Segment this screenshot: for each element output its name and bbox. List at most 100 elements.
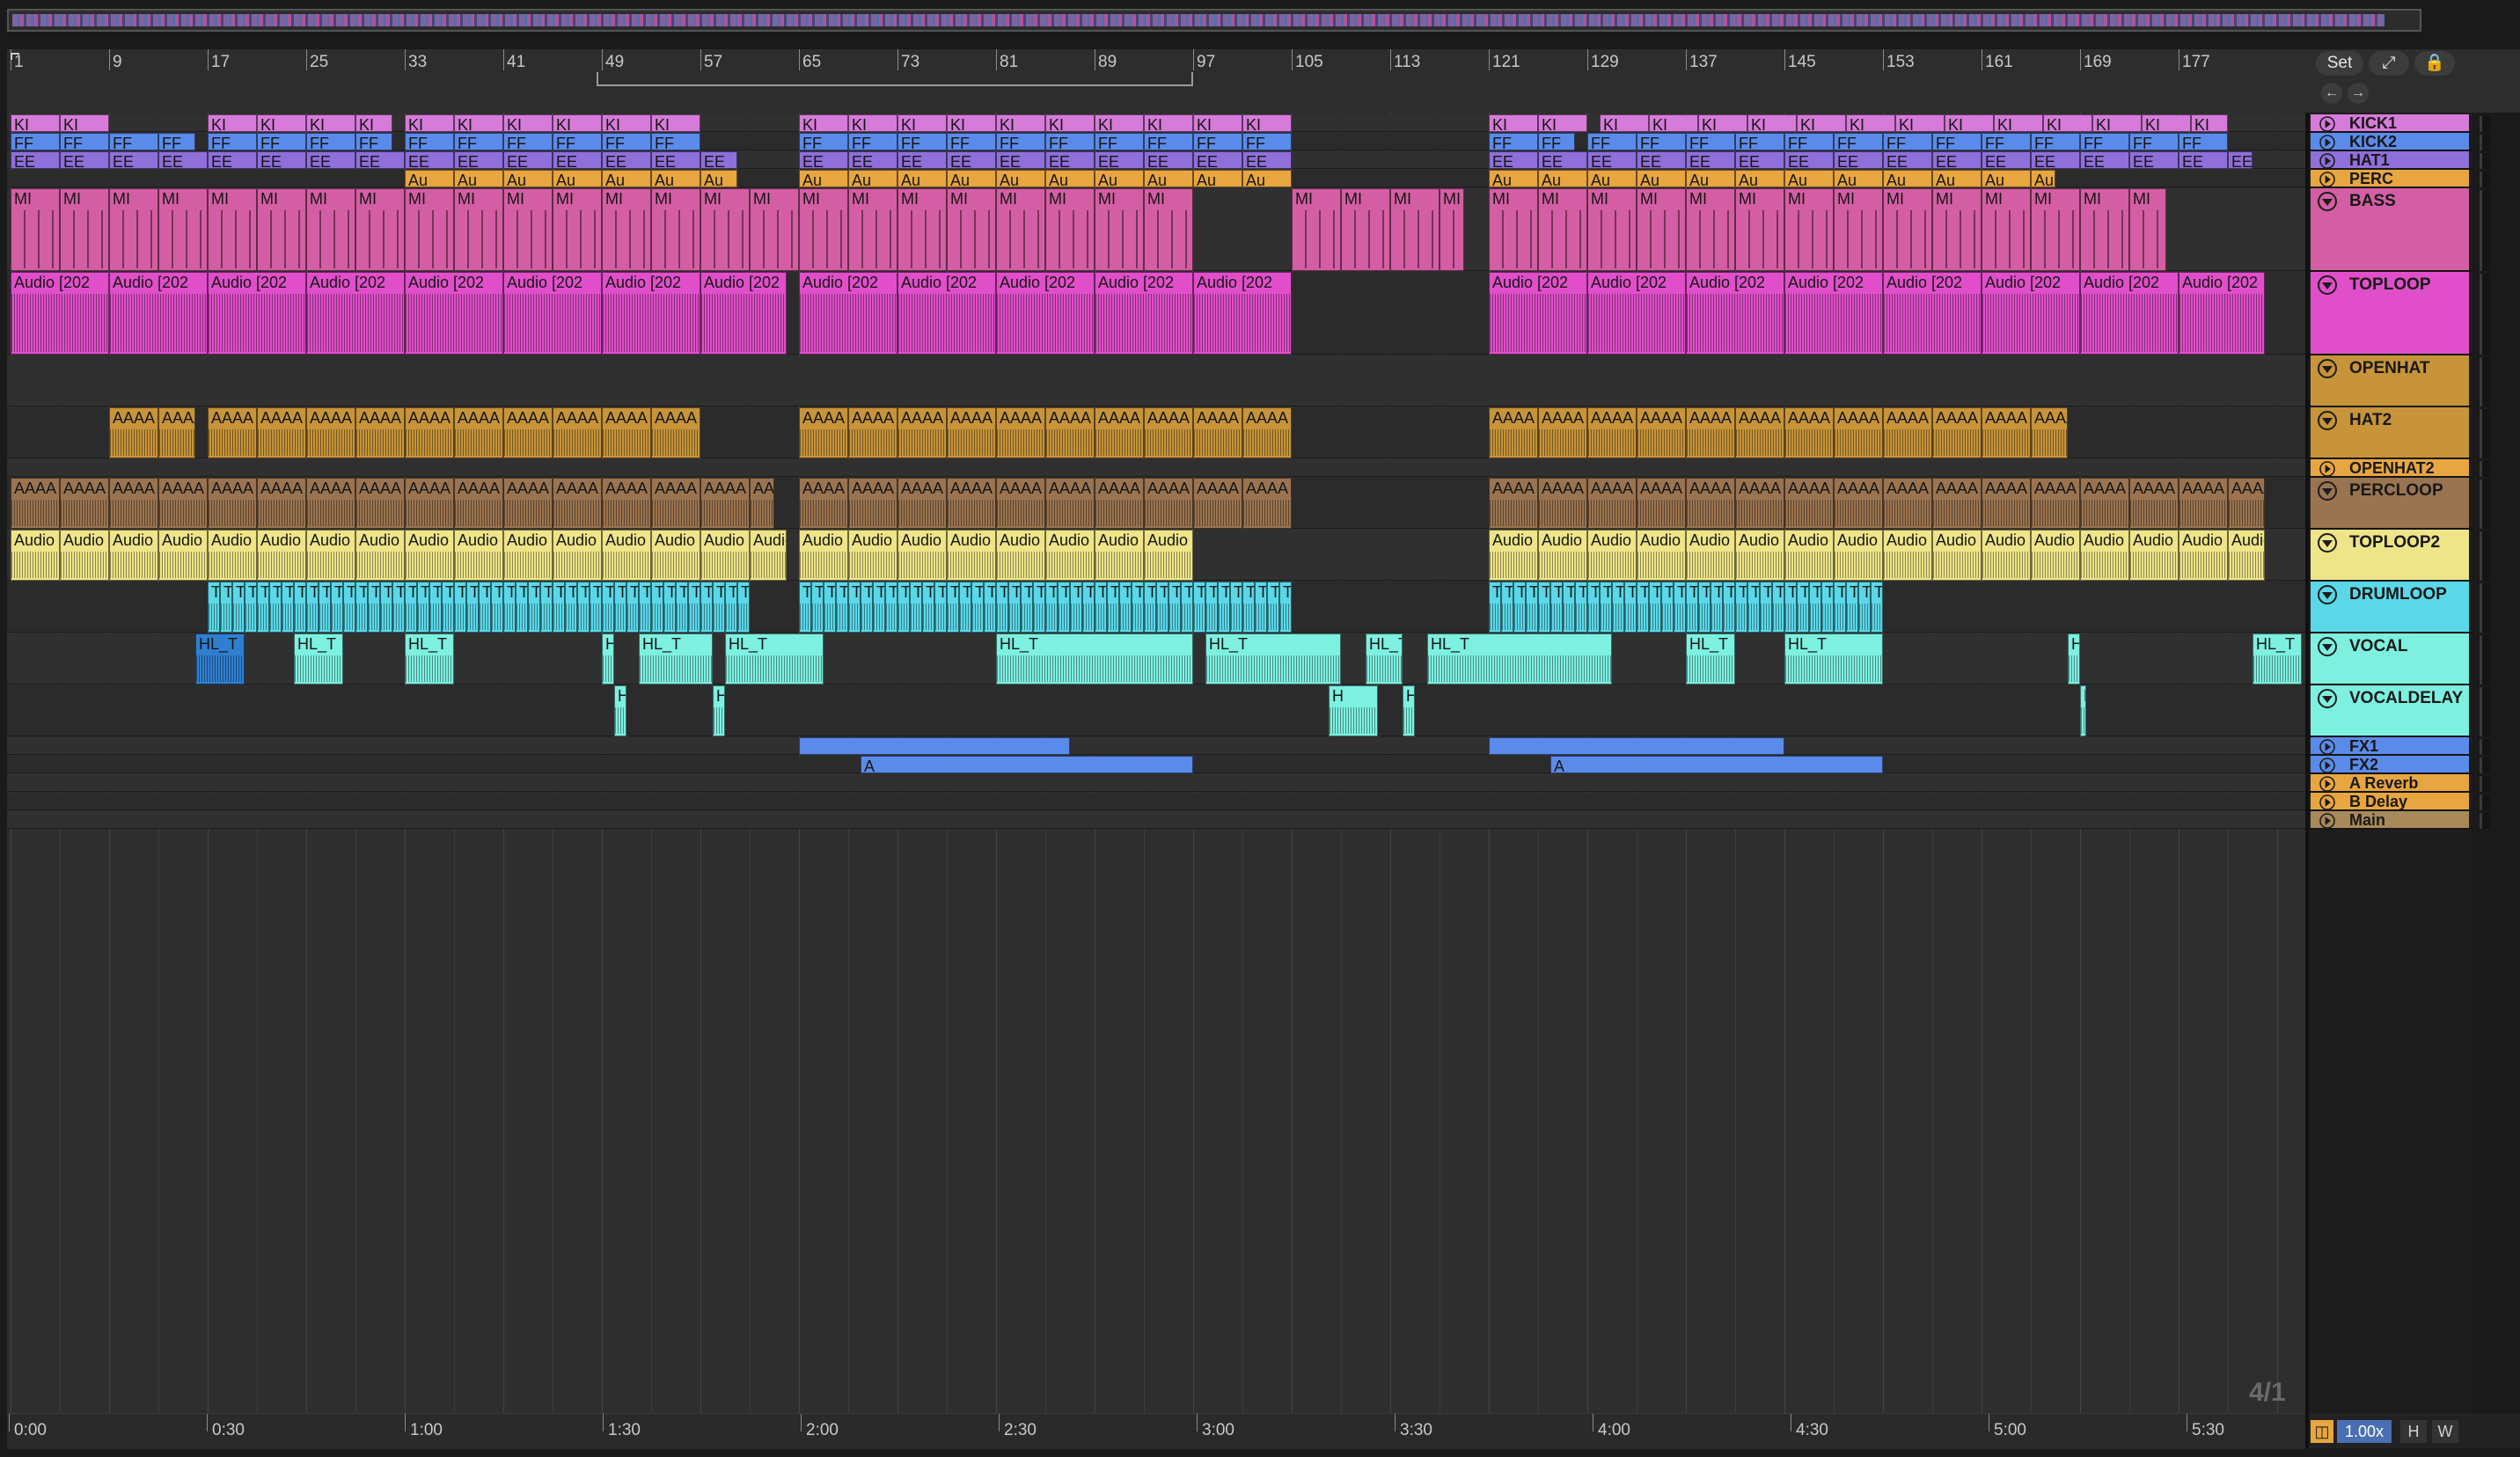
clip[interactable]: TC [1255, 582, 1267, 633]
clip[interactable]: AAAA [109, 478, 158, 529]
clip[interactable]: AAAA [799, 478, 848, 529]
clip[interactable]: Audio [202 [1932, 530, 1982, 581]
clip[interactable]: H [1403, 685, 1415, 736]
clip[interactable]: AAAA [1045, 407, 1095, 458]
clip[interactable]: Au [2031, 170, 2055, 187]
clip[interactable]: KI [1698, 114, 1747, 132]
clip[interactable]: TC [848, 582, 861, 633]
clip[interactable]: FF [1144, 133, 1193, 150]
clip[interactable]: TC [405, 582, 417, 633]
clip[interactable]: EE [257, 151, 306, 169]
clip[interactable]: FF [158, 133, 195, 150]
clip[interactable]: Audio [202 [1784, 530, 1834, 581]
clip[interactable]: TC [984, 582, 996, 633]
clip[interactable]: EE [109, 151, 158, 169]
clip[interactable]: MI [1538, 188, 1587, 271]
clip[interactable]: Au [996, 170, 1045, 187]
clip[interactable]: KI [1945, 114, 1994, 132]
clip[interactable]: TC [257, 582, 269, 633]
fold-open-icon[interactable] [2318, 637, 2337, 656]
clip[interactable]: TC [885, 582, 897, 633]
clip[interactable]: H [713, 685, 725, 736]
clip[interactable]: AAAA [1193, 478, 1242, 529]
clip[interactable]: Audio [202 [1686, 272, 1784, 355]
clip[interactable]: Au [1193, 170, 1242, 187]
clip[interactable]: KI [1095, 114, 1144, 132]
clip[interactable]: Au [553, 170, 602, 187]
beat-time-ruler[interactable]: 1 9 17 25 33 41 49 57 65 73 81 89 97 105 113 121 129 137 1… [7, 49, 2305, 113]
clip[interactable]: AAAA [11, 478, 60, 529]
fold-closed-icon[interactable] [2319, 813, 2335, 829]
clip[interactable]: TC [811, 582, 824, 633]
clip[interactable]: KI [503, 114, 553, 132]
clip[interactable]: EE [1538, 151, 1587, 169]
clip[interactable]: FF [553, 133, 602, 150]
clip[interactable]: TC [1821, 582, 1834, 633]
clip[interactable]: TC [1267, 582, 1279, 633]
clip[interactable]: TC [1784, 582, 1797, 633]
clip[interactable]: Audio [202 [2179, 272, 2265, 355]
clip[interactable]: TC [1242, 582, 1255, 633]
clip[interactable]: AAAA [2031, 478, 2080, 529]
expand-icon[interactable]: ⤢ [2369, 51, 2409, 76]
clip[interactable]: TC [590, 582, 602, 633]
clip[interactable]: AAAA [257, 478, 306, 529]
clip[interactable]: TC [1008, 582, 1021, 633]
lane-hat1[interactable]: EE EE EE EE EE EE EE EE EE EE EE EE EE EE EE EE EE EE EE EE… [7, 151, 2305, 169]
clip[interactable]: TC [540, 582, 553, 633]
clip[interactable]: TC [208, 582, 220, 633]
clip[interactable]: EE [1735, 151, 1784, 169]
clip[interactable]: AAAA [2228, 478, 2265, 529]
clip[interactable]: TC [1538, 582, 1550, 633]
clip[interactable]: TC [479, 582, 491, 633]
clip[interactable]: EE [11, 151, 60, 169]
clip[interactable]: Audio [202 [897, 530, 947, 581]
track-header-kick1[interactable]: KICK1 [2309, 114, 2472, 133]
clip[interactable]: TC [1723, 582, 1735, 633]
clip[interactable]: TC [392, 582, 405, 633]
clip[interactable]: MI [1883, 188, 1932, 271]
clip[interactable]: MI [405, 188, 454, 271]
clip[interactable]: KI [1994, 114, 2043, 132]
clip[interactable]: Audio [202 [1735, 530, 1784, 581]
clip[interactable]: MI [1982, 188, 2031, 271]
clip[interactable]: HL_T [195, 633, 245, 685]
track-header-openhat[interactable]: OPENHAT [2309, 355, 2472, 407]
clip[interactable]: FF [651, 133, 700, 150]
clip[interactable]: Audio [202 [2179, 530, 2228, 581]
clip[interactable]: Audio [202 [1982, 272, 2080, 355]
clip[interactable]: AAAA [2031, 407, 2068, 458]
clip[interactable]: AAAA [1587, 407, 1637, 458]
clip[interactable]: TC [306, 582, 319, 633]
clip[interactable]: AAAA [848, 407, 897, 458]
clip[interactable]: Audio [202 [700, 530, 750, 581]
clip[interactable]: AAAA [1883, 407, 1932, 458]
clip[interactable]: KI [1846, 114, 1895, 132]
clip[interactable]: KI [848, 114, 897, 132]
clip[interactable]: EE [553, 151, 602, 169]
clip[interactable]: TC [1045, 582, 1058, 633]
clip[interactable]: AAAA [2179, 478, 2228, 529]
clip[interactable]: TC [1501, 582, 1513, 633]
clip[interactable]: Au [1242, 170, 1292, 187]
clip[interactable]: FF [1538, 133, 1575, 150]
fold-open-icon[interactable] [2318, 275, 2337, 295]
clip[interactable]: EE [799, 151, 848, 169]
clip[interactable]: TC [1107, 582, 1119, 633]
clip[interactable]: KI [454, 114, 503, 132]
lane-fx2[interactable]: AA [7, 756, 2305, 773]
clip[interactable]: KI [11, 114, 60, 132]
clip[interactable]: EE [503, 151, 553, 169]
track-header-fx2[interactable]: FX2 [2309, 756, 2472, 774]
clip[interactable]: EE [1932, 151, 1982, 169]
clip[interactable]: AAAA [1637, 407, 1686, 458]
clip[interactable]: TC [626, 582, 639, 633]
clip[interactable]: HL_T [1784, 633, 1883, 685]
clip[interactable]: MI [257, 188, 306, 271]
clip[interactable]: AAAA [996, 478, 1045, 529]
clip[interactable]: HL_T [405, 633, 454, 685]
clip[interactable]: FF [1883, 133, 1932, 150]
clip[interactable]: HL_T [725, 633, 824, 685]
clip[interactable]: TC [861, 582, 873, 633]
clip[interactable]: KI [799, 114, 848, 132]
